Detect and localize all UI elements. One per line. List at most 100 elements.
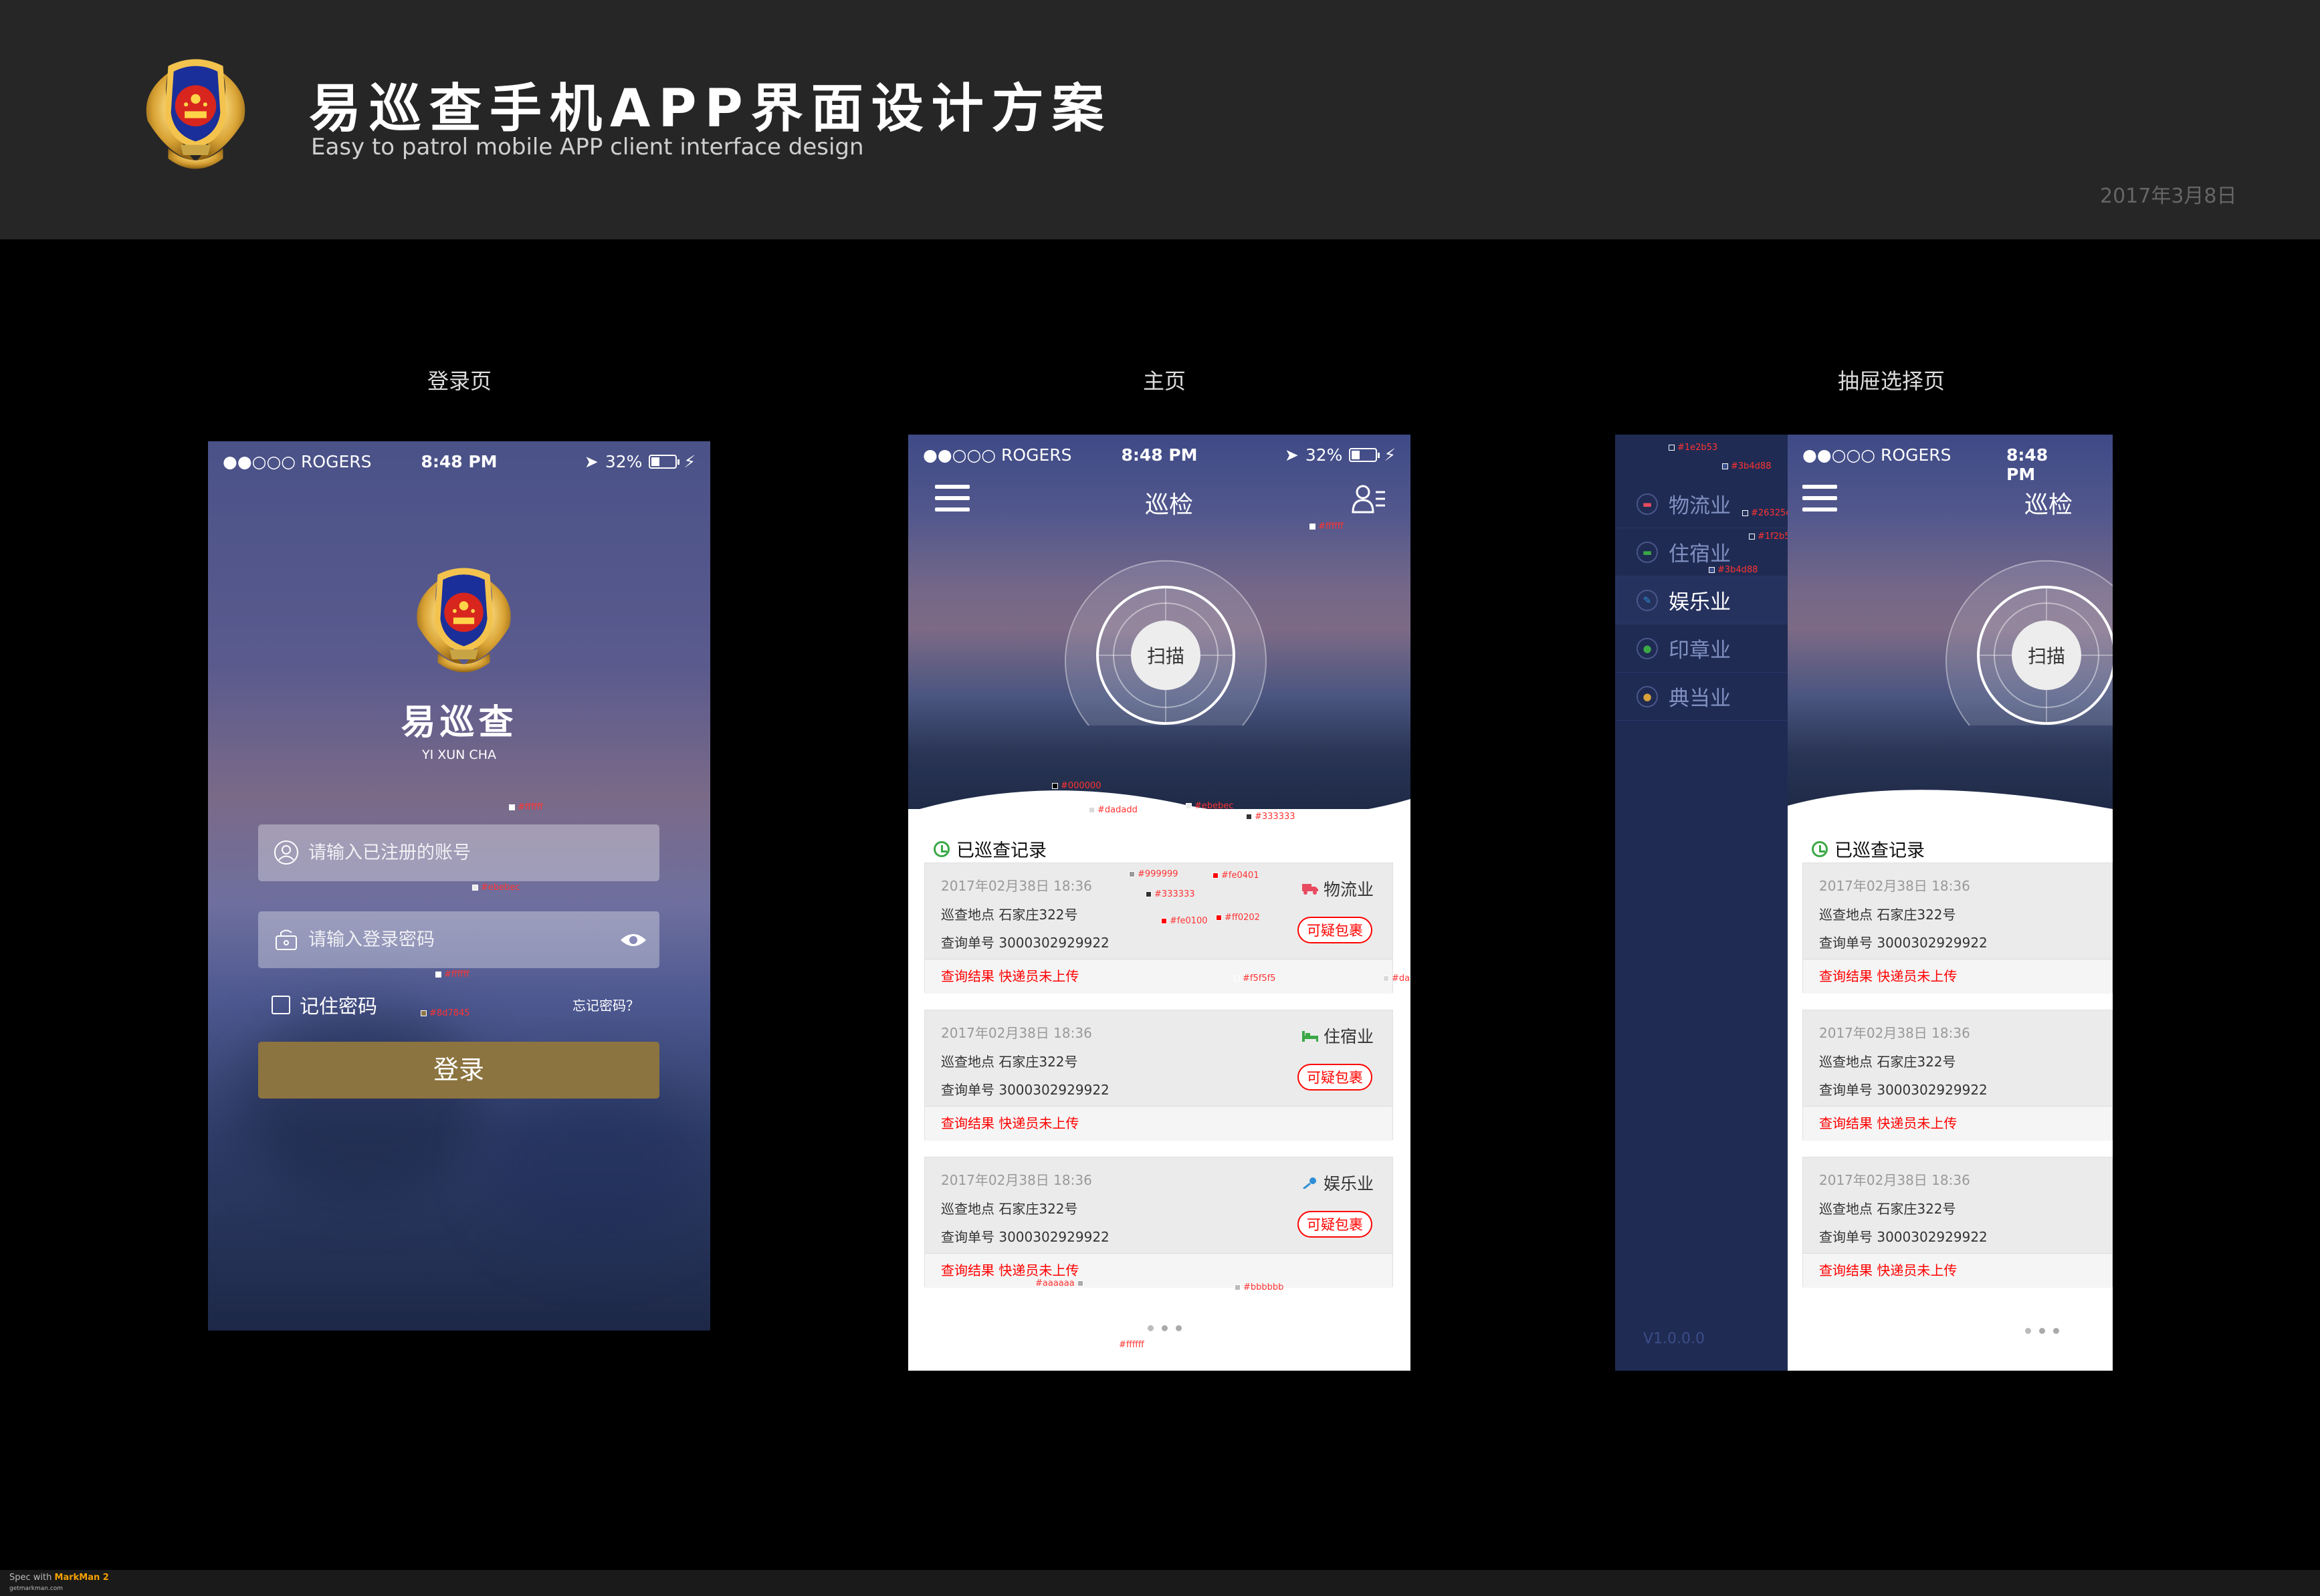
app-name-en: YI XUN CHA xyxy=(422,748,496,762)
record-time: 2017年02月38日 18:36 xyxy=(1819,1172,1970,1188)
drawer-item-seal[interactable]: ● 印章业 xyxy=(1615,624,1788,673)
record-card[interactable]: 2017年02月38日 18:36 巡查地点 石家庄322号 查询单号 3000… xyxy=(1802,1010,2113,1141)
spec-annotation: #333333 xyxy=(1246,812,1295,822)
spec-annotation: #ffffff xyxy=(1119,1340,1156,1350)
app-emblem-logo xyxy=(399,555,529,685)
record-result: 查询结果 快递员未上传 xyxy=(925,959,1392,994)
spec-annotation: #fe0401 xyxy=(1212,871,1259,881)
wave-divider xyxy=(908,790,1410,839)
spec-annotation: #fe0100 xyxy=(1161,916,1208,926)
account-field[interactable] xyxy=(258,824,659,881)
carrier: ●●○○○ ROGERS xyxy=(223,452,372,471)
lock-icon xyxy=(276,929,297,950)
section-label-login: 登录页 xyxy=(427,368,492,394)
spec-annotation: #000000 xyxy=(1052,781,1101,791)
records-panel: 已巡查记录 2017年02月38日 18:36 巡查地点 石家庄322号 查询单… xyxy=(1788,836,2113,1371)
record-card[interactable]: 2017年02月38日 18:36 巡查地点 石家庄322号 查询单号 3000… xyxy=(924,1010,1393,1141)
record-location: 巡查地点 石家庄322号 xyxy=(1819,1054,1956,1070)
status-bar: ●●○○○ ROGERS 8:48 PM xyxy=(1788,435,2113,484)
user-list-icon[interactable] xyxy=(1352,483,1386,515)
spec-annotation: #dadadd xyxy=(1089,805,1138,815)
record-number: 查询单号 3000302929922 xyxy=(1819,1082,1988,1098)
record-card[interactable]: 2017年02月38日 18:36 巡查地点 石家庄322号 查询单号 3000… xyxy=(1802,1157,2113,1288)
bed-icon: ▬ xyxy=(1637,541,1658,563)
status-bar: ●●○○○ ROGERS 8:48 PM ➤ 32% ⚡ xyxy=(208,441,710,479)
record-card[interactable]: 2017年02月38日 18:36 巡查地点 石家庄322号 查询单号 3000… xyxy=(1802,863,2113,994)
show-password-eye-icon[interactable] xyxy=(619,928,647,952)
record-number: 查询单号 3000302929922 xyxy=(941,1229,1110,1245)
nav-title: 巡检 xyxy=(1144,491,1194,519)
record-category: 娱乐业 xyxy=(1302,1171,1374,1195)
menu-hamburger-icon[interactable] xyxy=(1802,485,1837,511)
police-emblem-logo xyxy=(127,45,264,183)
spec-annotation: #ffffff xyxy=(435,970,469,980)
clock-icon xyxy=(934,840,950,857)
markman-credit: Spec with MarkMan 2 getmarkman.com xyxy=(9,1573,109,1592)
spec-annotation: #ffffff xyxy=(1309,522,1344,532)
account-input[interactable] xyxy=(308,824,603,881)
pawn-icon: ● xyxy=(1637,685,1658,707)
clock-time: 8:48 PM xyxy=(421,452,498,471)
record-category: 住宿业 xyxy=(1301,1024,1374,1048)
password-input[interactable] xyxy=(308,911,603,968)
spec-annotation: #ebebec xyxy=(1186,801,1234,811)
charging-icon: ⚡ xyxy=(1384,445,1396,465)
bed-icon xyxy=(1301,1031,1318,1042)
login-button[interactable]: 登录 xyxy=(258,1042,659,1099)
scan-button-label[interactable]: 扫描 xyxy=(1147,642,1184,669)
scan-button-label[interactable]: 扫描 xyxy=(2028,642,2065,669)
record-location: 巡查地点 石家庄322号 xyxy=(941,1054,1078,1070)
battery-percent: 32% xyxy=(605,452,643,471)
drawer-item-entertainment[interactable]: ✎ 娱乐业 xyxy=(1615,576,1788,624)
spec-annotation: #26325e xyxy=(1742,508,1791,518)
section-label-home: 主页 xyxy=(1142,368,1186,394)
record-time: 2017年02月38日 18:36 xyxy=(941,1172,1092,1188)
carrier: ●●○○○ ROGERS xyxy=(1802,445,1952,465)
record-result: 查询结果 快递员未上传 xyxy=(925,1106,1392,1141)
page-title: 易巡查手机APP界面设计方案 xyxy=(309,79,1112,139)
seal-icon: ● xyxy=(1637,637,1658,659)
suspicious-tag[interactable]: 可疑包裹 xyxy=(1297,917,1372,943)
markman-footer: Spec with MarkMan 2 getmarkman.com xyxy=(0,1570,2320,1596)
record-location: 巡查地点 石家庄322号 xyxy=(1819,1201,1956,1217)
pagination-dots[interactable] xyxy=(1148,1325,1182,1331)
remember-label: 记住密码 xyxy=(300,995,378,1018)
password-field[interactable] xyxy=(258,911,659,968)
remember-checkbox[interactable] xyxy=(272,996,290,1014)
user-icon xyxy=(274,840,298,865)
record-card[interactable]: 2017年02月38日 18:36 巡查地点 石家庄322号 查询单号 3000… xyxy=(924,1157,1393,1288)
record-card[interactable]: 2017年02月38日 18:36 巡查地点 石家庄322号 查询单号 3000… xyxy=(924,863,1393,994)
remember-password[interactable]: 记住密码 xyxy=(272,991,377,1019)
forgot-password-link[interactable]: 忘记密码？ xyxy=(572,995,639,1014)
records-title: 已巡查记录 xyxy=(956,840,1047,861)
microphone-icon: ✎ xyxy=(1637,589,1658,611)
spec-annotation: #8d7845 xyxy=(421,1008,470,1018)
spec-annotation: #f5f5f5 xyxy=(1234,974,1275,984)
category-drawer: ▬ 物流业 ▬ 住宿业 ✎ 娱乐业 ● 印章业 ● 典当业 V1.0.0.0 #1e2b5… xyxy=(1615,435,1796,1371)
spec-annotation: #333333 xyxy=(1146,889,1195,899)
suspicious-tag[interactable]: 可疑包裹 xyxy=(1297,1064,1372,1091)
spec-annotation: #ebebec xyxy=(472,883,520,893)
record-location: 巡查地点 石家庄322号 xyxy=(941,907,1078,923)
spec-annotation: #999999 xyxy=(1129,869,1178,879)
record-number: 查询单号 3000302929922 xyxy=(1819,1229,1988,1245)
records-panel: 已巡查记录 2017年02月38日 18:36 巡查地点 石家庄322号 查询单… xyxy=(908,836,1410,1371)
suspicious-tag[interactable]: 可疑包裹 xyxy=(1297,1211,1372,1238)
record-result: 查询结果 快递员未上传 xyxy=(1803,1106,2112,1141)
spec-annotation: #ffffff xyxy=(509,802,543,812)
status-bar: ●●○○○ ROGERS 8:48 PM ➤ 32% ⚡ xyxy=(908,435,1410,472)
app-name: 易巡查 xyxy=(401,703,518,743)
drawer-item-logistics[interactable]: ▬ 物流业 xyxy=(1615,480,1788,528)
spec-annotation: #3b4d88 xyxy=(1709,565,1758,575)
app-version: V1.0.0.0 xyxy=(1643,1331,1705,1347)
pagination-dots[interactable] xyxy=(2025,1328,2059,1334)
truck-icon xyxy=(1301,884,1318,895)
truck-icon: ▬ xyxy=(1637,493,1658,515)
spec-annotation: #aaaaaa xyxy=(1035,1278,1086,1288)
drawer-item-pawn[interactable]: ● 典当业 xyxy=(1615,673,1788,721)
menu-hamburger-icon[interactable] xyxy=(935,485,970,511)
records-heading: 已巡查记录 xyxy=(934,836,1047,862)
battery-percent: 32% xyxy=(1305,445,1343,465)
battery-icon xyxy=(1349,448,1380,462)
spec-annotation: #1e2b53 xyxy=(1669,443,1717,453)
